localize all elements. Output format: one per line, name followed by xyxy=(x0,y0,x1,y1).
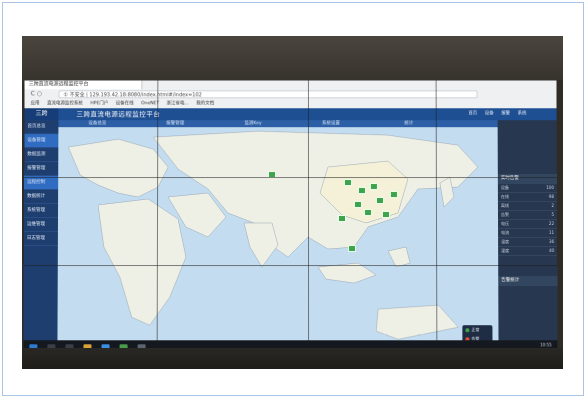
sidebar-item[interactable]: 系统管理 xyxy=(24,204,59,218)
legend-item: 正常 xyxy=(462,325,492,334)
browser-toolbar: 三跨直流电源远程监控平台 C ○ ① 不安全 | 129.193.42.18:8… xyxy=(24,80,557,110)
panel-title: 告警统计 xyxy=(498,276,558,287)
bookmarks-bar: 应用 直流电源监控系统 HPE门户 设备在线 OneNET 浙江省电... 我的… xyxy=(25,99,557,108)
wall-bottom xyxy=(22,348,563,369)
panel-row: 电流 11 xyxy=(498,229,558,239)
bookmark-item[interactable]: 设备在线 xyxy=(116,99,134,108)
wall-seam xyxy=(307,80,310,357)
panel-row: 离线 2 xyxy=(497,202,557,212)
browser-tab[interactable]: 三跨直流电源远程监控平台 xyxy=(24,80,143,90)
world-map[interactable]: 正常 告警 离线 xyxy=(57,127,499,341)
map-legend: 正常 告警 离线 xyxy=(462,325,493,341)
sidebar-item[interactable]: 首页总览 xyxy=(24,120,59,135)
map-land-svg xyxy=(57,127,499,340)
panel-row: 湿度 40 xyxy=(498,247,558,257)
station-marker[interactable] xyxy=(348,245,357,253)
bookmark-item[interactable]: 应用 xyxy=(31,99,40,108)
bookmark-item[interactable]: 直流电源监控系统 xyxy=(47,99,83,108)
station-marker[interactable] xyxy=(357,187,366,195)
sidebar-item[interactable]: 数据监测 xyxy=(24,148,59,163)
header-link[interactable]: 设备 xyxy=(485,111,494,116)
subnav-tab[interactable]: 监测Key xyxy=(214,120,292,127)
header-link[interactable]: 首页 xyxy=(468,111,477,116)
station-marker[interactable] xyxy=(381,211,390,218)
sidebar-item[interactable]: 数据统计 xyxy=(24,190,59,205)
right-info-panel: 实时告警 设备 100 在线 98 离线 2 告警 5 电压 22 电流 11 温度 36 湿… xyxy=(497,120,558,341)
app-logo: 三跨 xyxy=(24,108,59,121)
station-marker[interactable] xyxy=(389,191,398,199)
panel-row: 在线 98 xyxy=(497,193,557,203)
panel-title: 实时告警 xyxy=(497,174,557,185)
station-marker[interactable] xyxy=(363,209,372,217)
app-title: 三跨直流电源远程监控平台 xyxy=(76,110,161,119)
subnav-tab[interactable]: 设备总览 xyxy=(58,120,136,127)
station-marker[interactable] xyxy=(337,215,347,222)
subnav-tab[interactable]: 系统设置 xyxy=(292,120,370,127)
panel-row: 设备 100 xyxy=(497,184,557,194)
wall-seam xyxy=(23,265,558,267)
panel-row: 温度 36 xyxy=(498,238,558,248)
bookmark-item[interactable]: 浙江省电... xyxy=(167,99,189,108)
sidebar-item-active[interactable]: 远程控制 xyxy=(24,176,59,191)
panel-row: 电压 22 xyxy=(498,219,558,230)
app-header: 三跨 三跨直流电源远程监控平台 首页 设备 报警 系统 xyxy=(24,108,557,121)
sidebar: 首页总览 设备管理 数据监测 报警管理 远程控制 数据统计 系统管理 运维管理 … xyxy=(23,120,59,341)
photo: 三跨直流电源远程监控平台 C ○ ① 不安全 | 129.193.42.18:8… xyxy=(22,36,563,369)
sidebar-item[interactable]: 日志管理 xyxy=(23,232,58,247)
address-bar[interactable]: ① 不安全 | 129.193.42.18:8080/index.html#/i… xyxy=(58,90,478,99)
header-link[interactable]: 系统 xyxy=(518,111,527,116)
sidebar-item[interactable]: 运维管理 xyxy=(23,218,58,233)
sidebar-item-active[interactable]: 设备管理 xyxy=(24,134,59,149)
browser-nav-controls[interactable]: C ○ xyxy=(31,90,42,98)
wall-seam xyxy=(24,177,557,179)
header-link[interactable]: 报警 xyxy=(501,111,510,116)
panel-row: 告警 5 xyxy=(497,211,558,220)
station-marker[interactable] xyxy=(343,179,352,187)
video-wall-screen: 三跨直流电源远程监控平台 C ○ ① 不安全 | 129.193.42.18:8… xyxy=(23,80,558,357)
legend-dot-icon xyxy=(465,328,470,333)
station-marker[interactable] xyxy=(353,201,362,209)
bookmark-item[interactable]: HPE门户 xyxy=(90,99,108,108)
sidebar-item[interactable]: 报警管理 xyxy=(24,162,59,177)
bookmark-item[interactable]: 我的文档 xyxy=(196,99,214,108)
station-marker[interactable] xyxy=(369,183,378,191)
header-links: 首页 设备 报警 系统 xyxy=(462,108,526,120)
sub-navigation: 设备总览 报警管理 监测Key 系统设置 统计 xyxy=(58,120,498,128)
subnav-tab[interactable]: 报警管理 xyxy=(136,120,214,127)
wall-top xyxy=(22,36,563,84)
station-marker[interactable] xyxy=(375,197,384,205)
